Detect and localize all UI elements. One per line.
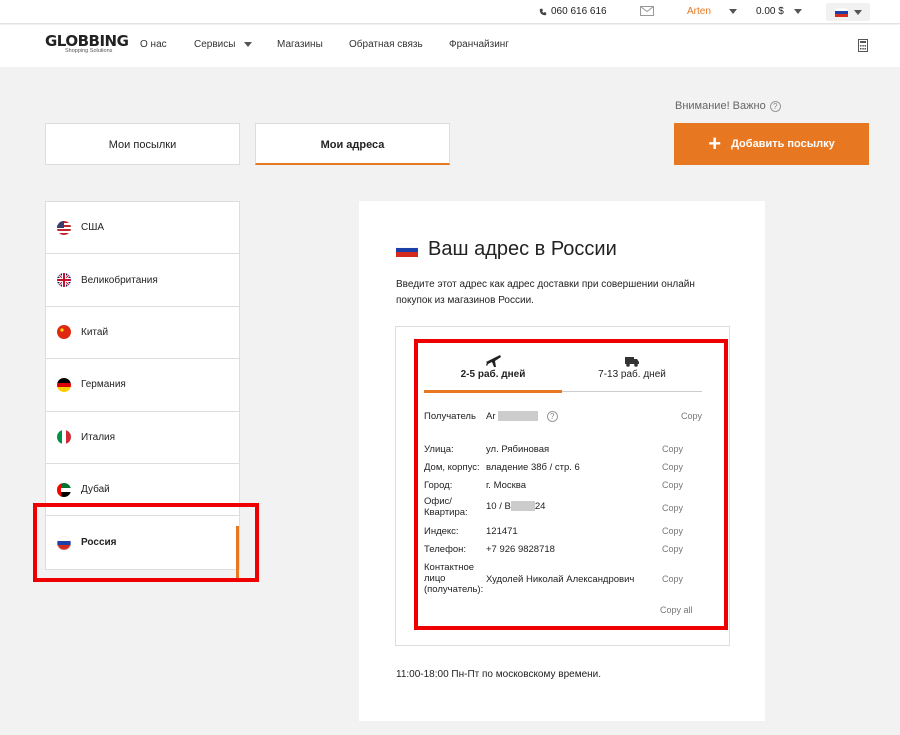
logo-text: GLOBBING — [45, 32, 129, 50]
calculator-icon[interactable] — [858, 39, 868, 52]
main-nav: GLOBBING Shopping Solutions О нас Сервис… — [0, 25, 900, 67]
working-hours: 11:00-18:00 Пн-Пт по московскому времени… — [396, 669, 602, 680]
phone-icon — [539, 8, 547, 15]
add-parcel-label: Добавить посылку — [731, 138, 835, 150]
uk-flag-icon — [57, 273, 71, 288]
nav-link-shops[interactable]: Магазины — [277, 39, 323, 50]
tab-my-addresses[interactable]: Мои адреса — [255, 123, 450, 165]
top-bar: 060 616 616 Arten 0.00 $ — [0, 0, 900, 24]
chevron-down-icon — [853, 9, 862, 15]
country-label: Дубай — [81, 484, 110, 496]
country-label: Китай — [81, 326, 109, 338]
tab-my-parcels[interactable]: Мои посылки — [45, 123, 240, 165]
important-notice[interactable]: Внимание! Важно ? — [675, 100, 781, 112]
country-item-italy[interactable]: Италия — [46, 412, 239, 464]
phone-number: 060 616 616 — [551, 6, 607, 17]
balance-value: 0.00 $ — [756, 6, 784, 17]
country-item-germany[interactable]: Германия — [46, 359, 239, 412]
germany-flag-icon — [57, 377, 71, 392]
balance-menu[interactable]: 0.00 $ — [756, 6, 802, 17]
russia-flag-icon — [834, 7, 848, 17]
russia-flag-icon — [396, 242, 418, 257]
country-label: Италия — [81, 431, 116, 443]
language-selector[interactable] — [826, 3, 870, 21]
chevron-down-icon — [244, 42, 253, 47]
add-parcel-button[interactable]: + Добавить посылку — [674, 123, 869, 165]
help-icon: ? — [769, 100, 781, 112]
nav-link-services-label: Сервисы — [194, 39, 236, 50]
user-name: Arten — [687, 6, 711, 17]
nav-link-franchise[interactable]: Франчайзинг — [449, 39, 509, 50]
china-flag-icon — [57, 325, 71, 340]
country-item-usa[interactable]: США — [46, 202, 239, 255]
country-item-uk[interactable]: Великобритания — [46, 254, 239, 307]
country-label: Великобритания — [81, 274, 158, 286]
logo[interactable]: GLOBBING Shopping Solutions — [45, 32, 129, 55]
plus-icon: + — [708, 131, 722, 156]
italy-flag-icon — [57, 430, 71, 445]
address-description: Введите этот адрес как адрес доставки пр… — [396, 279, 695, 306]
notice-text: Внимание! Важно — [675, 100, 766, 112]
nav-link-services[interactable]: Сервисы — [194, 39, 253, 50]
nav-link-about[interactable]: О нас — [140, 39, 167, 50]
highlight-box — [414, 339, 728, 630]
chevron-down-icon — [728, 9, 737, 14]
highlight-box — [33, 503, 259, 582]
mail-icon[interactable] — [640, 6, 654, 16]
nav-link-feedback[interactable]: Обратная связь — [349, 39, 423, 50]
country-item-china[interactable]: Китай — [46, 307, 239, 360]
phone-link[interactable]: 060 616 616 — [539, 6, 607, 17]
user-menu[interactable]: Arten — [687, 6, 737, 17]
usa-flag-icon — [57, 220, 71, 235]
country-label: Германия — [81, 379, 126, 391]
page-title: Ваш адрес в России — [396, 238, 617, 261]
chevron-down-icon — [793, 9, 802, 14]
country-label: США — [81, 222, 105, 234]
uae-flag-icon — [57, 482, 71, 497]
page-title-text: Ваш адрес в России — [428, 238, 617, 260]
